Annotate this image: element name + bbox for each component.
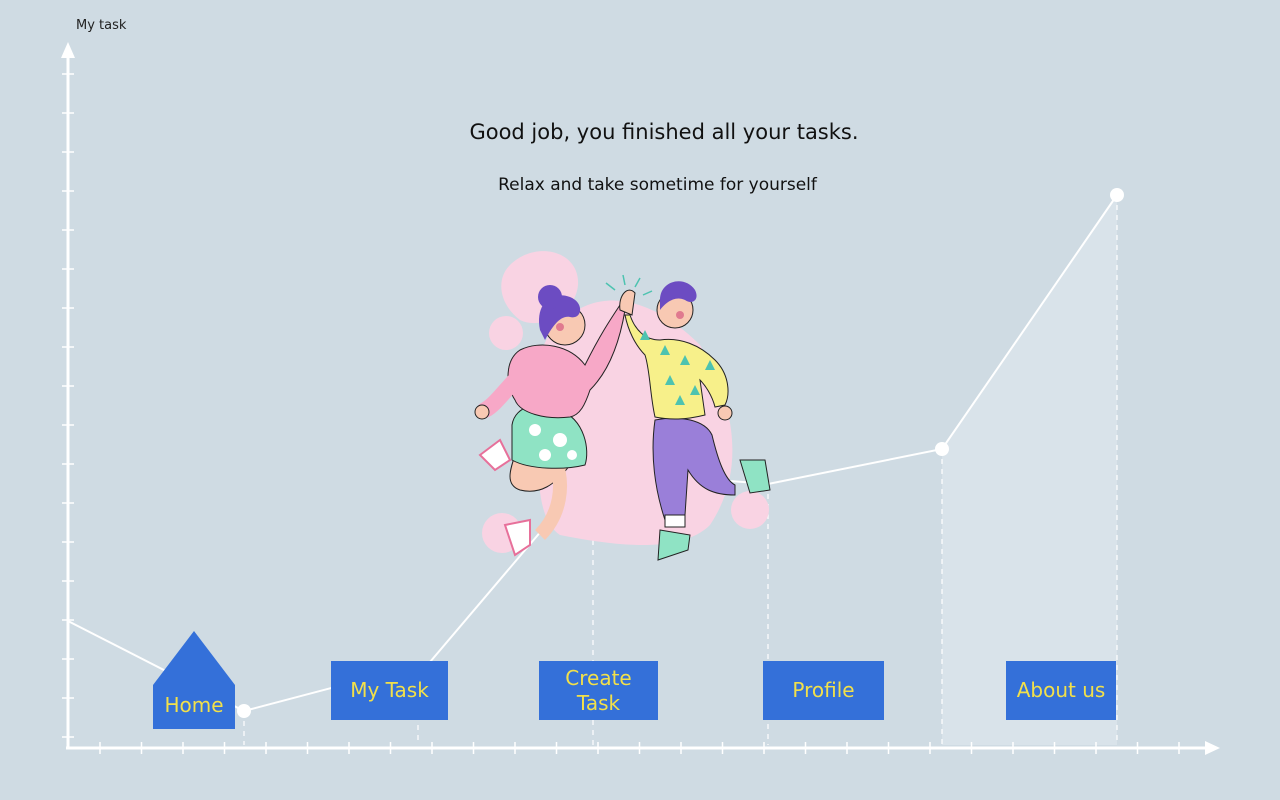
home-label: Home bbox=[164, 693, 224, 717]
pink-circle-right bbox=[731, 491, 769, 529]
home-button[interactable]: Home bbox=[153, 631, 235, 729]
high-five-illustration bbox=[474, 251, 771, 561]
about-us-button[interactable]: About us bbox=[1006, 661, 1116, 720]
create-task-button[interactable]: Create Task bbox=[539, 661, 658, 720]
my-task-button[interactable]: My Task bbox=[331, 661, 448, 720]
pink-circle-left bbox=[489, 316, 523, 350]
app-title: My task bbox=[76, 18, 127, 33]
completion-headline: Good job, you finished all your tasks. bbox=[469, 120, 859, 144]
y-axis-arrow bbox=[61, 42, 75, 58]
trend-point bbox=[237, 704, 251, 718]
completion-subline: Relax and take sometime for yourself bbox=[498, 175, 817, 195]
trend-point bbox=[935, 442, 949, 456]
x-axis-arrow bbox=[1205, 741, 1220, 755]
profile-button[interactable]: Profile bbox=[763, 661, 884, 720]
house-icon bbox=[153, 631, 235, 685]
